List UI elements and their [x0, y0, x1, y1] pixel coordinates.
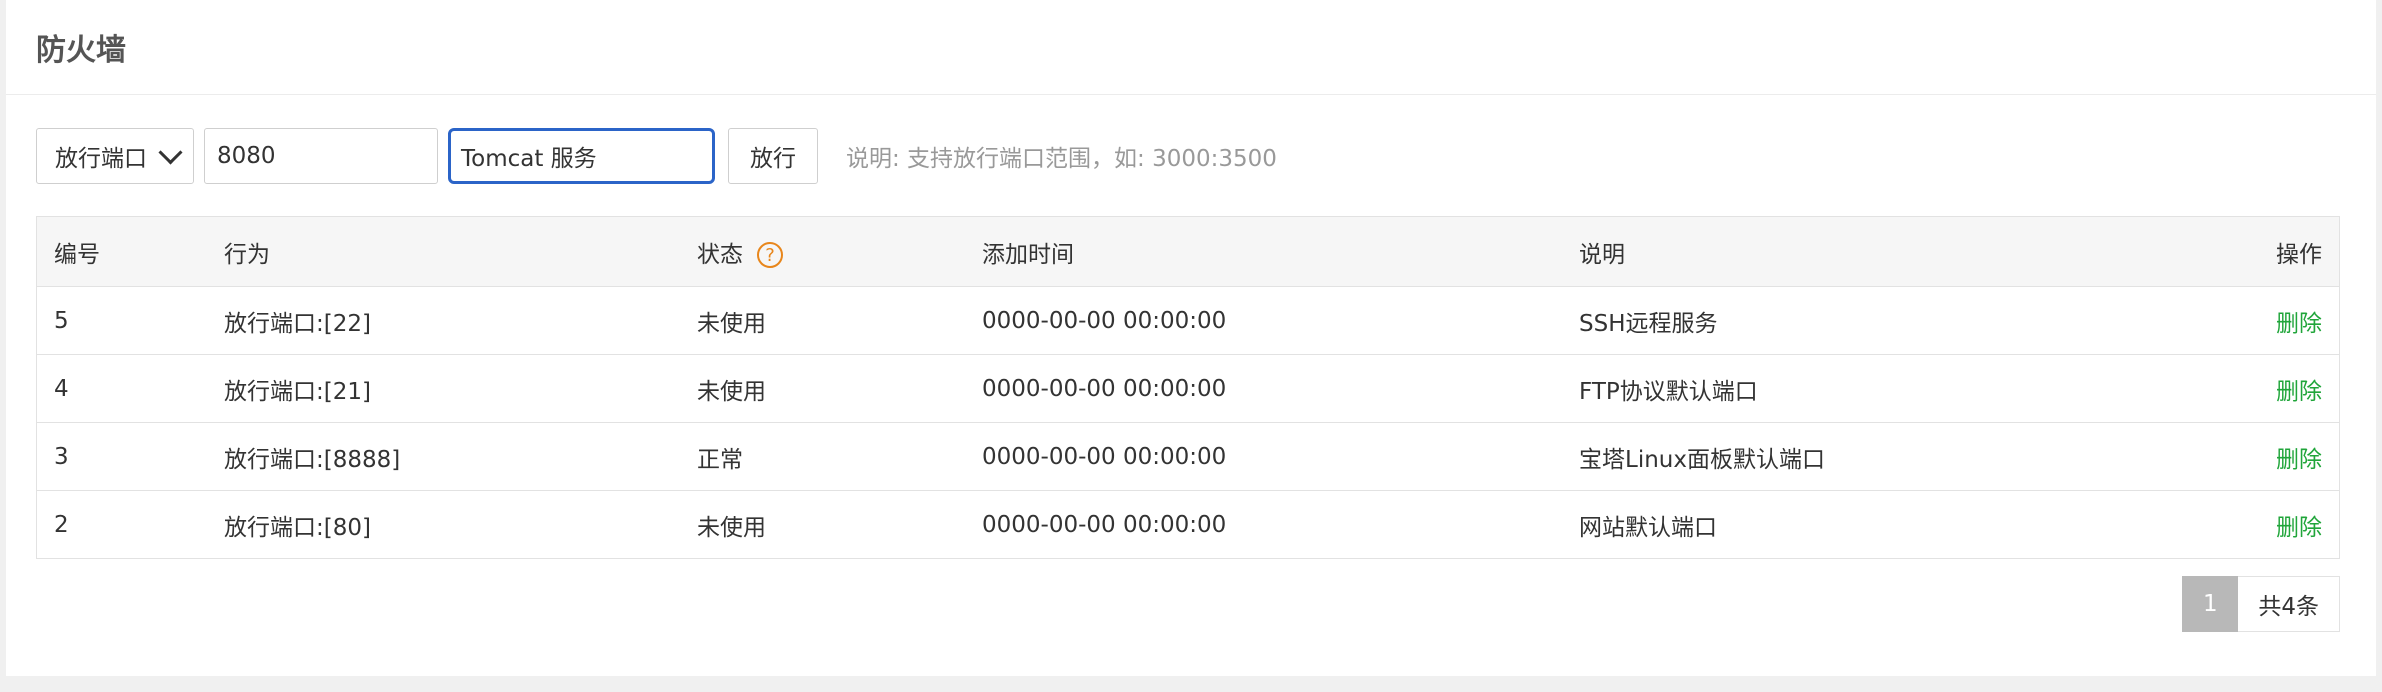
cell-action: 放行端口:[80] — [224, 514, 371, 541]
cell-action: 放行端口:[8888] — [224, 446, 401, 473]
table-header-row: 编号 行为 状态? 添加时间 说明 操作 — [36, 216, 2340, 287]
cell-id: 2 — [54, 511, 69, 538]
cell-time: 0000-00-00 00:00:00 — [982, 511, 1227, 538]
cell-desc: SSH远程服务 — [1579, 310, 1718, 337]
delete-link[interactable]: 删除 — [2276, 379, 2322, 405]
col-time: 添加时间 — [982, 241, 1074, 268]
total-count: 共4条 — [2238, 576, 2340, 632]
description-input[interactable]: Tomcat 服务 — [448, 128, 715, 184]
table-row: 2 放行端口:[80] 未使用 0000-00-00 00:00:00 网站默认… — [36, 490, 2340, 559]
cell-desc: FTP协议默认端口 — [1579, 378, 1758, 405]
cell-desc: 宝塔Linux面板默认端口 — [1579, 446, 1825, 473]
col-op: 操作 — [2276, 241, 2322, 268]
cell-time: 0000-00-00 00:00:00 — [982, 375, 1227, 402]
pagination: 1 共4条 — [2182, 576, 2340, 632]
delete-link[interactable]: 删除 — [2276, 311, 2322, 337]
rule-type-value: 放行端口 — [55, 146, 147, 172]
hint-text: 说明: 支持放行端口范围，如: 3000:3500 — [846, 146, 1277, 172]
question-icon[interactable]: ? — [757, 242, 783, 268]
allow-button[interactable]: 放行 — [728, 128, 818, 184]
table-row: 3 放行端口:[8888] 正常 0000-00-00 00:00:00 宝塔L… — [36, 422, 2340, 491]
firewall-rules-table: 编号 行为 状态? 添加时间 说明 操作 5 放行端口:[22] 未使用 000… — [36, 216, 2340, 559]
table-row: 5 放行端口:[22] 未使用 0000-00-00 00:00:00 SSH远… — [36, 286, 2340, 355]
col-action: 行为 — [224, 241, 270, 268]
col-status: 状态? — [697, 217, 982, 287]
cell-time: 0000-00-00 00:00:00 — [982, 307, 1227, 334]
col-id: 编号 — [54, 241, 100, 268]
delete-link[interactable]: 删除 — [2276, 515, 2322, 541]
cell-desc: 网站默认端口 — [1579, 514, 1717, 541]
delete-link[interactable]: 删除 — [2276, 447, 2322, 473]
firewall-toolbar: 放行端口 8080 Tomcat 服务 放行 说明: 支持放行端口范围，如: 3… — [36, 127, 1277, 185]
cell-status: 未使用 — [697, 378, 766, 405]
cell-id: 5 — [54, 307, 69, 334]
cell-status: 未使用 — [697, 310, 766, 337]
cell-action: 放行端口:[21] — [224, 378, 371, 405]
cell-action: 放行端口:[22] — [224, 310, 371, 337]
port-input[interactable]: 8080 — [204, 128, 438, 184]
cell-id: 4 — [54, 375, 69, 402]
cell-time: 0000-00-00 00:00:00 — [982, 443, 1227, 470]
cell-status: 未使用 — [697, 514, 766, 541]
firewall-panel: 防火墙 放行端口 8080 Tomcat 服务 放行 说明: 支持放行端口范围，… — [6, 0, 2376, 676]
cell-status: 正常 — [697, 446, 743, 473]
col-status-label: 状态 — [697, 241, 743, 268]
col-desc: 说明 — [1579, 241, 1625, 268]
cell-id: 3 — [54, 443, 69, 470]
page-title: 防火墙 — [6, 0, 2376, 95]
page-1-button[interactable]: 1 — [2182, 576, 2239, 632]
table-row: 4 放行端口:[21] 未使用 0000-00-00 00:00:00 FTP协… — [36, 354, 2340, 423]
rule-type-select[interactable]: 放行端口 — [36, 128, 194, 184]
chevron-down-icon — [158, 139, 183, 165]
